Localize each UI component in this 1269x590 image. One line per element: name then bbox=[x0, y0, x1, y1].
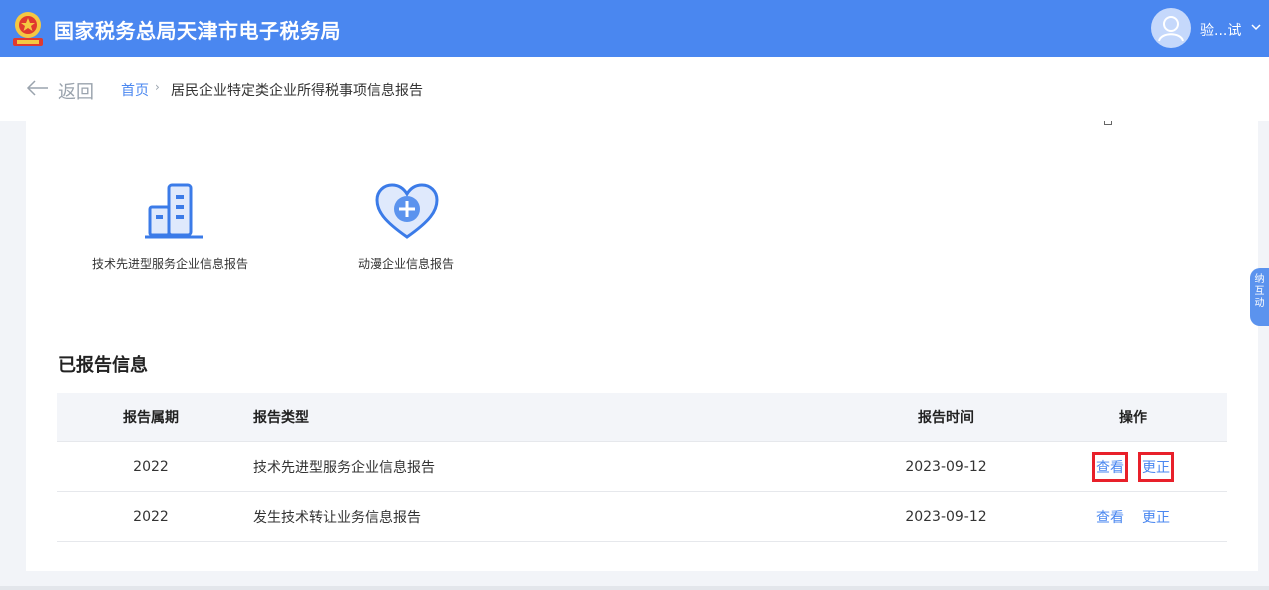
tax-emblem-icon bbox=[13, 12, 43, 46]
site-title: 国家税务总局天津市电子税务局 bbox=[54, 19, 341, 43]
tile-label: 动漫企业信息报告 bbox=[358, 257, 455, 271]
tile-animation-enterprise[interactable]: 动漫企业信息报告 bbox=[346, 121, 476, 281]
back-button[interactable]: 返回 bbox=[58, 78, 94, 104]
cell-actions: 查看 更正 bbox=[1087, 492, 1179, 541]
cell-time: 2023-09-12 bbox=[905, 458, 987, 475]
view-link[interactable]: 查看 bbox=[1092, 451, 1128, 482]
breadcrumb-bar: 返回 首页 › 居民企业特定类企业所得税事项信息报告 bbox=[0, 57, 1269, 121]
breadcrumb-current: 居民企业特定类企业所得税事项信息报告 bbox=[171, 83, 423, 99]
taxpayer-interaction-widget[interactable]: 纳互动 bbox=[1250, 268, 1269, 326]
cell-type: 发生技术转让业务信息报告 bbox=[253, 509, 421, 526]
column-header-time: 报告时间 bbox=[918, 410, 974, 426]
heart-plus-icon bbox=[375, 183, 439, 239]
cell-time: 2023-09-12 bbox=[905, 508, 987, 525]
breadcrumb-separator: › bbox=[155, 80, 160, 94]
breadcrumb-home-link[interactable]: 首页 bbox=[121, 80, 149, 100]
building-icon bbox=[145, 183, 203, 239]
reported-table: 报告属期 报告类型 报告时间 操作 2022 技术先进型服务企业信息报告 202… bbox=[57, 393, 1227, 542]
user-avatar[interactable] bbox=[1151, 8, 1191, 48]
correct-link[interactable]: 更正 bbox=[1138, 451, 1174, 482]
chevron-down-icon[interactable] bbox=[1250, 21, 1262, 33]
top-bar: 国家税务总局天津市电子税务局 验...试 bbox=[0, 0, 1269, 57]
table-header: 报告属期 报告类型 报告时间 操作 bbox=[57, 393, 1227, 442]
table-row: 2022 发生技术转让业务信息报告 2023-09-12 查看 更正 bbox=[57, 492, 1227, 542]
cell-actions: 查看 更正 bbox=[1087, 442, 1179, 491]
cell-period: 2022 bbox=[133, 508, 169, 525]
column-header-type: 报告类型 bbox=[253, 410, 309, 426]
bottom-divider bbox=[0, 586, 1269, 590]
view-link[interactable]: 查看 bbox=[1095, 505, 1125, 529]
correct-link[interactable]: 更正 bbox=[1141, 505, 1171, 529]
tile-tech-advanced-service[interactable]: 技术先进型服务企业信息报告 bbox=[86, 121, 256, 281]
table-row: 2022 技术先进型服务企业信息报告 2023-09-12 查看 更正 bbox=[57, 442, 1227, 492]
main-content: 技术先进型服务企业信息报告 动漫企业信息报告 已报告信息 报告属期 报告类型 报… bbox=[26, 121, 1258, 571]
column-header-actions: 操作 bbox=[1119, 410, 1147, 426]
back-arrow-icon[interactable] bbox=[26, 80, 50, 96]
column-header-period: 报告属期 bbox=[123, 410, 179, 426]
user-name[interactable]: 验...试 bbox=[1200, 20, 1241, 40]
tile-label: 技术先进型服务企业信息报告 bbox=[92, 257, 249, 271]
section-title-reported: 已报告信息 bbox=[58, 355, 148, 376]
cell-period: 2022 bbox=[133, 458, 169, 475]
cell-type: 技术先进型服务企业信息报告 bbox=[253, 459, 435, 476]
scroll-indicator bbox=[1104, 121, 1112, 125]
user-icon bbox=[1158, 16, 1184, 42]
